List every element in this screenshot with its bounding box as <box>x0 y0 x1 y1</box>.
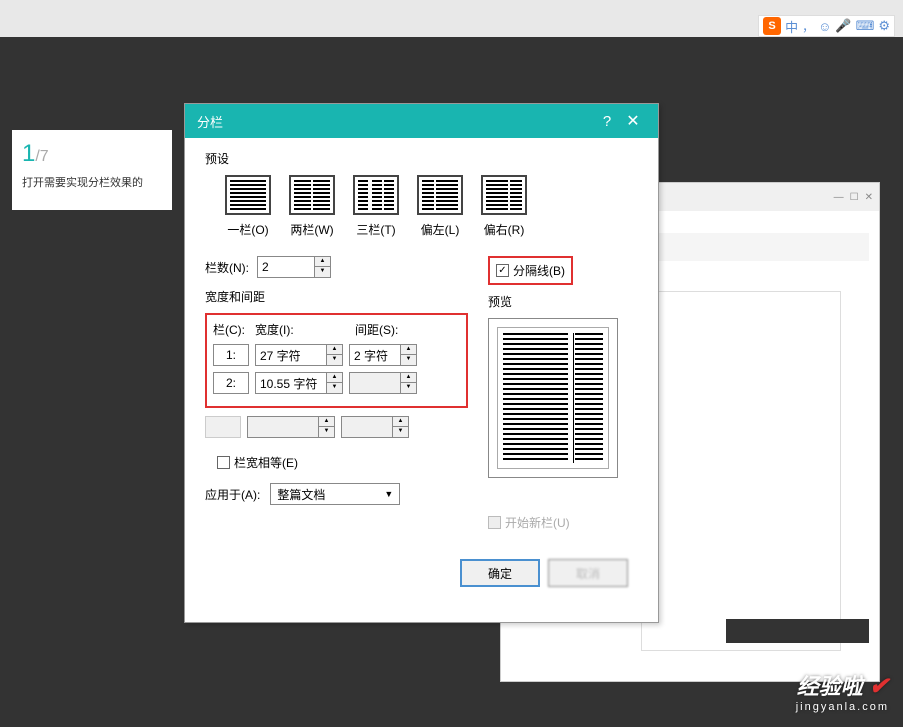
ime-keyboard-icon[interactable]: ⌨ <box>856 18 875 34</box>
ime-mic-icon[interactable]: 🎤 <box>835 18 851 34</box>
divider-checkbox-row[interactable]: 分隔线(B) <box>488 256 573 285</box>
equal-width-label: 栏宽相等(E) <box>234 454 298 471</box>
apply-to-select[interactable]: 整篇文档 ▼ <box>270 483 400 505</box>
new-column-checkbox-row: 开始新栏(U) <box>488 514 638 531</box>
disabled-row: ▲▼ ▲▼ <box>205 416 468 438</box>
close-button[interactable]: ✕ <box>620 111 646 131</box>
ime-lang[interactable]: 中 <box>785 17 798 36</box>
width-spacing-table: 栏(C): 宽度(I): 间距(S): 1: ▲▼ ▲▼ 2: ▲▼ ▲▼ <box>205 313 468 408</box>
spinner-up-icon[interactable]: ▲ <box>315 257 330 267</box>
width-1-spinner[interactable]: ▲▼ <box>255 344 343 366</box>
spinner-down-icon[interactable]: ▼ <box>315 267 330 277</box>
divider-checkbox[interactable] <box>496 264 509 277</box>
column-count-label: 栏数(N): <box>205 259 249 276</box>
equal-width-checkbox-row[interactable]: 栏宽相等(E) <box>217 454 468 471</box>
preset-options: 一栏(O) 两栏(W) 三栏(T) 偏左(L) 偏右(R) <box>225 175 638 238</box>
header-width: 宽度(I): <box>255 321 355 338</box>
column-count-spinner[interactable]: ▲▼ <box>257 256 331 278</box>
col-num-2: 2: <box>213 372 249 394</box>
chevron-down-icon: ▼ <box>384 489 393 499</box>
spacing-2-spinner: ▲▼ <box>349 372 417 394</box>
divider-label: 分隔线(B) <box>513 262 565 279</box>
width-section-label: 宽度和间距 <box>205 288 468 305</box>
dialog-titlebar: 分栏 ? ✕ <box>185 104 658 138</box>
ime-toolbar: S 中 ， ☺ 🎤 ⌨ ⚙ <box>758 15 895 37</box>
ime-logo-icon[interactable]: S <box>763 17 781 35</box>
equal-width-checkbox[interactable] <box>217 456 230 469</box>
cancel-button[interactable]: 取消 <box>548 559 628 587</box>
preset-three-columns[interactable]: 三栏(T) <box>353 175 399 238</box>
new-column-label: 开始新栏(U) <box>505 514 570 531</box>
preset-two-columns[interactable]: 两栏(W) <box>289 175 335 238</box>
preset-section-label: 预设 <box>205 150 638 167</box>
check-icon: ✔ <box>869 673 889 700</box>
preview-label: 预览 <box>488 293 638 310</box>
ok-button[interactable]: 确定 <box>460 559 540 587</box>
page-number: 1/7 <box>22 140 162 168</box>
preview-pane <box>488 318 618 478</box>
background-doc: 1/7 打开需要实现分栏效果的 <box>12 130 172 210</box>
preset-right[interactable]: 偏右(R) <box>481 175 527 238</box>
ime-settings-icon[interactable]: ⚙ <box>878 18 890 34</box>
header-column: 栏(C): <box>213 321 255 338</box>
watermark: 经验啦 ✔ jingyanla.com <box>796 669 889 713</box>
dialog-title: 分栏 <box>197 112 594 131</box>
width-2-spinner[interactable]: ▲▼ <box>255 372 343 394</box>
header-spacing: 间距(S): <box>355 321 445 338</box>
new-column-checkbox <box>488 516 501 529</box>
ime-face-icon[interactable]: ☺ <box>818 19 831 34</box>
page-desc: 打开需要实现分栏效果的 <box>22 174 162 190</box>
spacing-1-spinner[interactable]: ▲▼ <box>349 344 417 366</box>
preset-left[interactable]: 偏左(L) <box>417 175 463 238</box>
help-button[interactable]: ? <box>594 113 620 130</box>
ime-punct[interactable]: ， <box>802 18 814 35</box>
apply-to-label: 应用于(A): <box>205 486 260 503</box>
table-row: 2: ▲▼ ▲▼ <box>213 372 460 394</box>
preset-one-column[interactable]: 一栏(O) <box>225 175 271 238</box>
column-count-input[interactable] <box>258 257 314 277</box>
columns-dialog: 分栏 ? ✕ 预设 一栏(O) 两栏(W) 三栏(T) 偏左(L) <box>184 103 659 623</box>
col-num-1: 1: <box>213 344 249 366</box>
table-row: 1: ▲▼ ▲▼ <box>213 344 460 366</box>
